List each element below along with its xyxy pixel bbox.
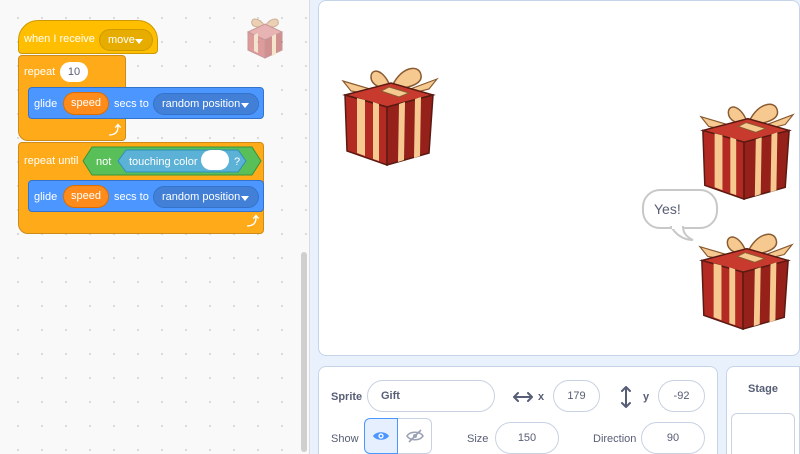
repeat-count-input[interactable]: 10 <box>60 62 88 82</box>
eye-icon <box>373 432 389 440</box>
speech-bubble: Yes! <box>642 189 718 229</box>
touching-color-label: touching color <box>129 156 198 168</box>
gift-sprite-icon[interactable] <box>691 101 800 203</box>
gift-sprite-icon[interactable] <box>689 231 800 333</box>
eye-slash-icon <box>405 429 424 443</box>
x-arrows-icon <box>513 392 533 402</box>
y-label: y <box>643 391 650 403</box>
gift-sprite-icon[interactable] <box>333 65 445 169</box>
speed-variable[interactable]: speed <box>63 92 109 115</box>
glide-block-1[interactable]: glide speed secs to random position <box>28 87 264 119</box>
stage-canvas[interactable]: Yes! <box>318 0 800 356</box>
secs-to-label: secs to <box>114 191 149 203</box>
repeat-label: repeat <box>24 66 56 78</box>
sprite-name-value: Gift <box>381 390 400 402</box>
code-scrollbar[interactable] <box>301 252 307 452</box>
show-label: Show <box>331 433 359 445</box>
message-dropdown-value: move <box>108 33 135 46</box>
repeat-loop-arrow-icon: ⤴ <box>109 123 122 137</box>
sprite-thumbnail-gift-icon <box>246 18 284 59</box>
y-input[interactable]: -92 <box>658 380 705 412</box>
x-input[interactable]: 179 <box>553 380 600 412</box>
sprite-name-input[interactable]: Gift <box>367 380 495 412</box>
glide-target-value: random position <box>162 97 241 110</box>
code-area[interactable]: when I receive move repeat 10 ⤴ glide sp… <box>0 0 310 454</box>
y-value: -92 <box>673 390 690 402</box>
glide-block-2[interactable]: glide speed secs to random position <box>28 180 264 212</box>
size-input[interactable]: 150 <box>495 422 559 454</box>
show-hidden-button[interactable] <box>398 418 432 454</box>
glide-label: glide <box>34 98 58 110</box>
not-label: not <box>96 156 112 168</box>
glide-target-dropdown[interactable]: random position <box>153 186 259 208</box>
when-i-receive-block[interactable]: when I receive move <box>18 20 158 54</box>
message-dropdown[interactable]: move <box>99 29 153 51</box>
repeat-until-loop-arrow-icon: ⤴ <box>247 214 260 228</box>
x-label: x <box>538 391 545 403</box>
stage-panel-title: Stage <box>748 383 778 395</box>
sprite-label: Sprite <box>331 391 363 403</box>
speech-bubble-tail <box>669 226 694 241</box>
glide-label: glide <box>34 191 58 203</box>
glide-target-value: random position <box>162 190 241 203</box>
glide-target-dropdown[interactable]: random position <box>153 93 259 115</box>
speech-bubble-text: Yes! <box>654 201 681 217</box>
y-arrows-icon <box>621 386 631 408</box>
speed-variable[interactable]: speed <box>63 185 109 208</box>
speed-variable-label: speed <box>71 97 101 109</box>
question-mark-label: ? <box>234 156 241 168</box>
direction-label: Direction <box>593 433 637 445</box>
repeat-count-value: 10 <box>67 65 81 78</box>
direction-value: 90 <box>666 432 680 444</box>
x-value: 179 <box>567 390 586 402</box>
show-visible-button[interactable] <box>364 418 398 454</box>
speed-variable-label: speed <box>71 190 101 202</box>
size-value: 150 <box>517 432 537 444</box>
stage-thumbnail[interactable] <box>731 413 795 454</box>
when-i-receive-label: when I receive <box>24 33 95 45</box>
color-swatch[interactable] <box>201 150 229 170</box>
direction-input[interactable]: 90 <box>641 422 705 454</box>
repeat-until-label: repeat until <box>24 155 79 167</box>
size-label: Size <box>467 433 489 445</box>
secs-to-label: secs to <box>114 98 149 110</box>
